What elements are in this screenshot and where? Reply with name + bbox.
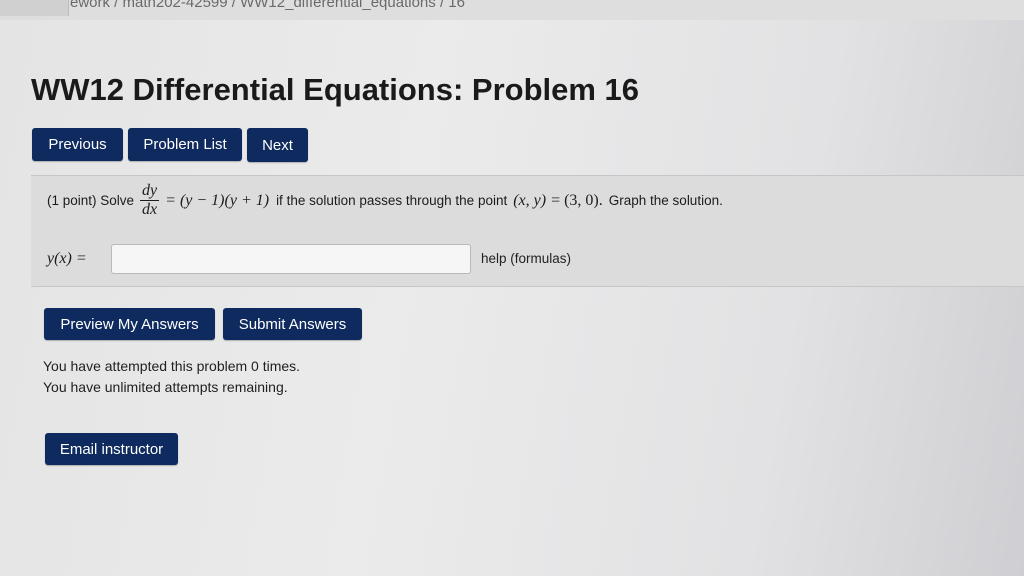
- condition-text: if the solution passes through the point: [276, 193, 508, 208]
- submit-answers-button[interactable]: Submit Answers: [223, 308, 362, 340]
- point-variables: (x, y): [513, 191, 547, 209]
- previous-button[interactable]: Previous: [32, 128, 123, 161]
- help-formulas-link[interactable]: help (formulas): [481, 251, 571, 266]
- remaining-attempts-text: You have unlimited attempts remaining.: [43, 379, 288, 395]
- browser-top-strip: ework / math202-42599 / WW12_differentia…: [0, 0, 1024, 20]
- preview-answers-button[interactable]: Preview My Answers: [44, 308, 215, 340]
- point-value: = (3, 0).: [551, 191, 603, 209]
- equation-rhs: = (y − 1)(y + 1): [165, 191, 270, 209]
- problem-list-button[interactable]: Problem List: [128, 128, 242, 161]
- breadcrumb: ework / math202-42599 / WW12_differentia…: [70, 0, 465, 11]
- problem-points-text: (1 point) Solve: [47, 193, 135, 208]
- fraction-numerator: dy: [142, 182, 158, 199]
- graph-instruction: Graph the solution.: [608, 193, 723, 208]
- derivative-fraction: dy dx: [140, 182, 160, 219]
- answer-label: y(x) =: [47, 250, 87, 267]
- next-button[interactable]: Next: [247, 128, 308, 162]
- attempt-status: You have attempted this problem 0 times.…: [43, 356, 300, 398]
- attempts-text: You have attempted this problem 0 times.: [43, 358, 301, 374]
- answer-input[interactable]: [111, 244, 471, 274]
- fraction-denominator: dx: [142, 201, 158, 218]
- page-title: WW12 Differential Equations: Problem 16: [31, 72, 640, 107]
- problem-statement-box: (1 point) Solve dy dx = (y − 1)(y + 1) i…: [31, 175, 1024, 287]
- email-instructor-button[interactable]: Email instructor: [45, 433, 178, 465]
- browser-tab[interactable]: [0, 0, 69, 16]
- problem-text-line: (1 point) Solve dy dx = (y − 1)(y + 1) i…: [47, 182, 723, 219]
